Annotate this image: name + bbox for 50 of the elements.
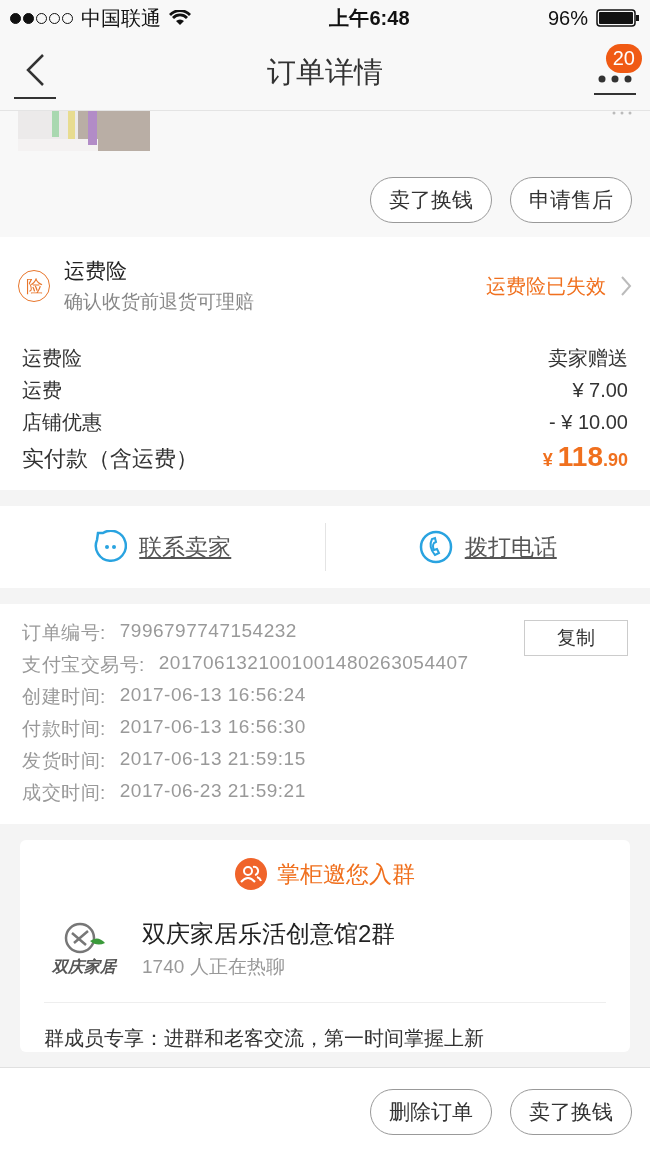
action-button[interactable]: 删除订单 [370, 1089, 492, 1135]
contact-link[interactable]: 拨打电话 [325, 530, 650, 564]
chat-icon [93, 530, 128, 564]
copy-button[interactable]: 复制 [524, 620, 628, 656]
clock: 上午6:48 [329, 5, 410, 31]
more-button[interactable] [594, 74, 636, 95]
info-label: 创建时间: [22, 685, 106, 709]
wifi-icon [169, 10, 191, 26]
insurance-title: 运费险 [64, 258, 128, 284]
info-label: 发货时间: [22, 749, 106, 773]
notification-badge: 20 [605, 43, 642, 73]
info-label: 付款时间: [22, 717, 106, 741]
info-value: 2017-06-13 21:59:15 [119, 748, 306, 771]
info-label: 支付宝交易号: [22, 653, 145, 677]
info-label: 成交时间: [22, 781, 106, 805]
fee-label: 运费险 [22, 346, 82, 371]
contact-link[interactable]: 联系卖家 [0, 530, 325, 564]
more-icon [598, 74, 632, 83]
total-amount: ¥ 118.90 [542, 441, 628, 473]
fee-value: 卖家赠送 [548, 346, 628, 371]
logo-text: 双庆家居 [52, 956, 116, 977]
group-description: 群成员专享：进群和老客交流，第一时间掌握上新 [44, 1026, 485, 1051]
info-value: 2017-06-23 21:59:21 [119, 780, 306, 803]
action-button[interactable]: 卖了换钱 [510, 1089, 632, 1135]
page-title: 订单详情 [267, 55, 383, 90]
insurance-subtitle: 确认收货前退货可理赔 [64, 290, 255, 314]
action-button[interactable]: 申请售后 [510, 177, 632, 223]
phone-icon [418, 530, 453, 564]
battery-icon [596, 9, 640, 27]
battery-percent: 96% [547, 6, 588, 30]
back-icon [25, 53, 45, 87]
info-value: 2017061321001001480263054407 [158, 652, 469, 675]
group-invite-heading: 掌柜邀您入群 [277, 859, 415, 889]
logo-icon [62, 920, 106, 955]
fee-value: - ¥ 10.00 [549, 411, 628, 434]
member-count: 1740 人正在热聊 [142, 955, 286, 979]
action-button[interactable]: 卖了换钱 [370, 177, 492, 223]
info-value: 7996797747154232 [119, 620, 297, 643]
group-icon [235, 858, 267, 890]
info-value: 2017-06-13 16:56:24 [119, 684, 306, 707]
info-label: 订单编号: [22, 621, 106, 645]
carrier-name: 中国联通 [81, 5, 161, 31]
fee-label: 实付款（含运费） [22, 445, 198, 473]
fee-label: 运费 [22, 378, 62, 403]
more-icon [612, 111, 632, 115]
fee-value: ¥ 7.00 [572, 379, 628, 402]
chevron-icon [620, 275, 632, 297]
group-name: 双庆家居乐活创意馆2群 [142, 919, 397, 949]
info-value: 2017-06-13 16:56:30 [119, 716, 306, 739]
fee-label: 店铺优惠 [22, 410, 102, 435]
